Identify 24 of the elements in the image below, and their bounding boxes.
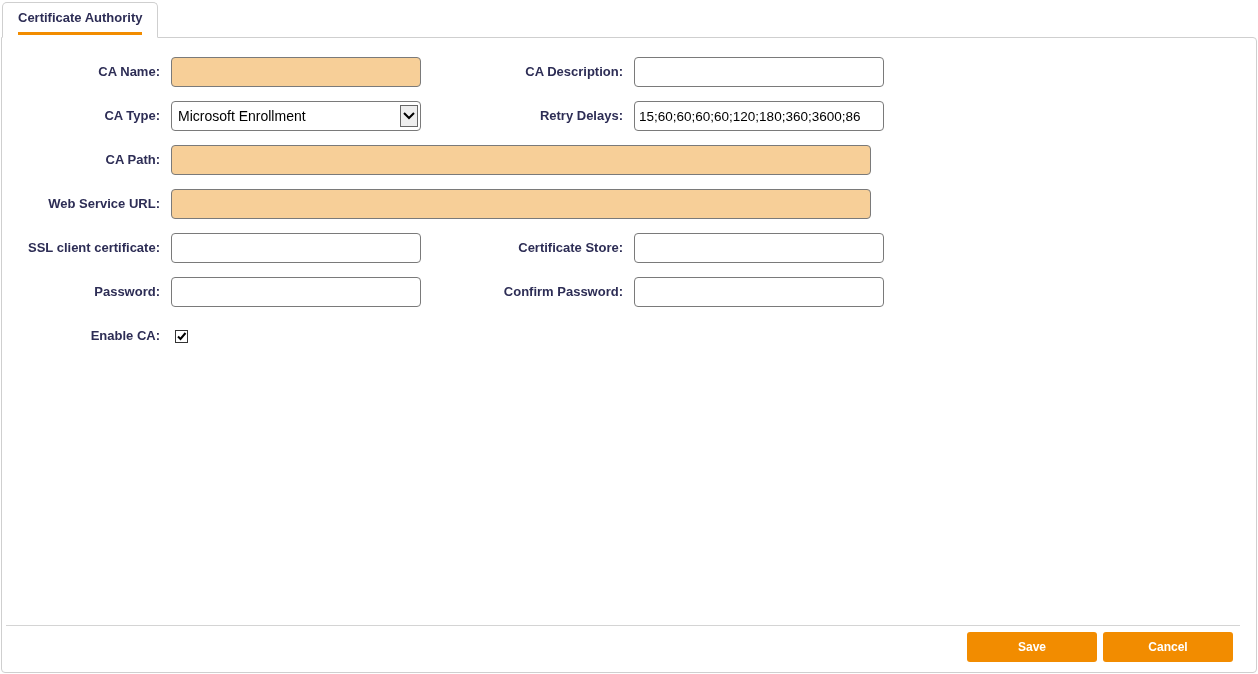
input-field[interactable] [171, 233, 421, 263]
field-label: CA Path: [104, 151, 160, 170]
chevron-down-icon [400, 105, 418, 127]
field-label: Confirm Password: [502, 283, 623, 302]
input-field[interactable] [171, 189, 871, 219]
input-field[interactable] [171, 277, 421, 307]
tab[interactable]: Certificate Authority [2, 2, 159, 38]
input-field[interactable] [634, 233, 884, 263]
input-field[interactable]: 15;60;60;60;60;120;180;360;3600;86 [634, 101, 884, 131]
field-label: Enable CA: [89, 327, 160, 346]
field-label: SSL client certificate: [27, 239, 160, 258]
field-label: Web Service URL: [47, 195, 160, 214]
dropdown[interactable]: Microsoft Enrollment [171, 101, 421, 131]
input-field[interactable] [171, 145, 871, 175]
checkbox[interactable] [175, 329, 188, 343]
field-label: CA Name: [97, 63, 160, 82]
input-field[interactable] [171, 57, 421, 87]
field-label: Certificate Store: [517, 239, 623, 258]
field-label: CA Type: [103, 107, 160, 126]
field-label: CA Description: [524, 63, 623, 82]
field-label: Retry Delays: [538, 107, 623, 126]
field-label: Password: [93, 283, 160, 302]
input-field[interactable] [634, 277, 884, 307]
input-field[interactable] [634, 57, 884, 87]
